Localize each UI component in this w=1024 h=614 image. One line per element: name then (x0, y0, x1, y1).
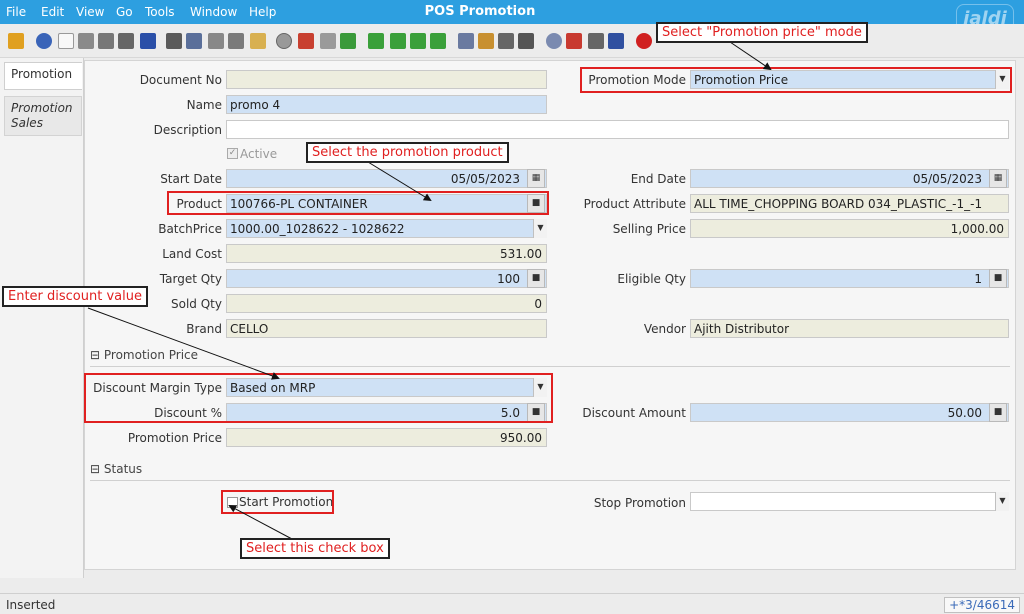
discount-highlight (84, 373, 553, 423)
tab-promotion-sales[interactable]: Promotion Sales (4, 96, 82, 136)
product-info-icon[interactable] (608, 33, 624, 49)
land-cost-label: Land Cost (162, 247, 222, 261)
product-highlight (167, 191, 549, 215)
promotion-price-section-header[interactable]: ⊟ Promotion Price (90, 345, 1010, 367)
target-qty-field[interactable]: 100 (226, 269, 547, 288)
chat-icon[interactable] (228, 33, 244, 49)
next-record-icon[interactable] (410, 33, 426, 49)
record-count[interactable]: +*3/46614 (944, 597, 1020, 613)
selling-price-label: Selling Price (612, 222, 686, 236)
product-attribute-label: Product Attribute (583, 197, 686, 211)
workflow-icon[interactable] (566, 33, 582, 49)
report-icon[interactable] (458, 33, 474, 49)
last-record-icon[interactable] (430, 33, 446, 49)
detail-icon[interactable] (340, 33, 356, 49)
target-qty-label: Target Qty (159, 272, 222, 286)
window-title: POS Promotion (424, 4, 536, 19)
end-date-label: End Date (630, 172, 686, 186)
home-icon[interactable] (298, 33, 314, 49)
batch-price-select[interactable]: 1000.00_1028622 - 1028622 (226, 219, 547, 238)
collapse-icon[interactable]: ⊟ (90, 462, 100, 476)
attachment-icon[interactable] (208, 33, 224, 49)
brand-field[interactable]: CELLO (226, 319, 547, 338)
status-section-title: Status (103, 462, 143, 476)
start-date-field[interactable]: 05/05/2023 (226, 169, 547, 188)
tab-promotion-sales-line2: Sales (11, 116, 43, 130)
calculator-icon[interactable]: ■ (989, 269, 1007, 288)
close-icon[interactable] (636, 33, 652, 49)
promotion-price-field[interactable]: 950.00 (226, 428, 547, 447)
promotion-price-label: Promotion Price (127, 431, 222, 445)
zoom-across-icon[interactable] (546, 33, 562, 49)
document-no-field[interactable] (226, 70, 547, 89)
eligible-qty-field[interactable]: 1 (690, 269, 1009, 288)
first-record-icon[interactable] (368, 33, 384, 49)
start-date-label: Start Date (160, 172, 222, 186)
record-status: Inserted (6, 598, 56, 612)
print-preview-icon[interactable] (498, 33, 514, 49)
toolbar (0, 24, 1024, 58)
document-no-label: Document No (139, 73, 222, 87)
tab-promotion[interactable]: Promotion (4, 62, 82, 90)
request-icon[interactable] (588, 33, 604, 49)
sold-qty-field[interactable]: 0 (226, 294, 547, 313)
product-callout: Select the promotion product (306, 142, 509, 163)
cut-icon[interactable] (118, 33, 134, 49)
status-bar: Inserted +*3/46614 (0, 593, 1024, 614)
delete-record-icon[interactable] (98, 33, 114, 49)
calculator-icon[interactable]: ■ (989, 403, 1007, 422)
copy-record-icon[interactable] (78, 33, 94, 49)
discount-amount-field[interactable]: 50.00 (690, 403, 1009, 422)
start-promotion-highlight (221, 490, 334, 514)
promotion-price-section-title: Promotion Price (103, 348, 199, 362)
tab-promotion-sales-line1: Promotion (11, 101, 73, 115)
archive-icon[interactable] (478, 33, 494, 49)
status-section-header[interactable]: ⊟ Status (90, 459, 1010, 481)
collapse-icon[interactable]: ⊟ (90, 348, 100, 362)
previous-record-icon[interactable] (390, 33, 406, 49)
help-icon[interactable] (36, 33, 52, 49)
eligible-qty-label: Eligible Qty (617, 272, 686, 286)
batch-price-label: BatchPrice (158, 222, 222, 236)
parent-icon[interactable] (320, 33, 336, 49)
save-icon[interactable] (140, 33, 156, 49)
history-icon[interactable] (276, 33, 292, 49)
checkbox-callout: Select this check box (240, 538, 390, 559)
description-field[interactable] (226, 120, 1009, 139)
calculator-icon[interactable]: ■ (527, 269, 545, 288)
name-field[interactable]: promo 4 (226, 95, 547, 114)
refresh-icon[interactable] (166, 33, 182, 49)
new-record-icon[interactable] (58, 33, 74, 49)
selling-price-field[interactable]: 1,000.00 (690, 219, 1009, 238)
print-icon[interactable] (518, 33, 534, 49)
record-tabs: Promotion Promotion Sales (0, 58, 84, 578)
description-label: Description (153, 123, 222, 137)
find-icon[interactable] (186, 33, 202, 49)
stop-promotion-select[interactable] (690, 492, 1009, 511)
land-cost-field[interactable]: 531.00 (226, 244, 547, 263)
discount-amount-label: Discount Amount (582, 406, 686, 420)
vendor-field[interactable]: Ajith Distributor (690, 319, 1009, 338)
promotion-mode-highlight (580, 67, 1012, 93)
discount-callout: Enter discount value (2, 286, 148, 307)
active-label: Active (240, 147, 278, 161)
calendar-icon[interactable]: ▦ (527, 169, 545, 188)
stop-promotion-label: Stop Promotion (593, 496, 686, 510)
end-date-field[interactable]: 05/05/2023 (690, 169, 1009, 188)
vendor-label: Vendor (643, 322, 686, 336)
brand-label: Brand (186, 322, 222, 336)
active-checkbox[interactable]: ✓ (227, 148, 238, 159)
undo-icon[interactable] (8, 33, 24, 49)
menu-bar: File Edit View Go Tools Window Help POS … (0, 0, 1024, 36)
grid-toggle-icon[interactable] (250, 33, 266, 49)
name-label: Name (186, 98, 222, 112)
product-attribute-field[interactable]: ALL TIME_CHOPPING BOARD 034_PLASTIC_-1_-… (690, 194, 1009, 213)
calendar-icon[interactable]: ▦ (989, 169, 1007, 188)
mode-callout: Select "Promotion price" mode (656, 22, 868, 43)
chevron-down-icon[interactable]: ▼ (995, 492, 1009, 511)
chevron-down-icon[interactable]: ▼ (533, 219, 547, 238)
